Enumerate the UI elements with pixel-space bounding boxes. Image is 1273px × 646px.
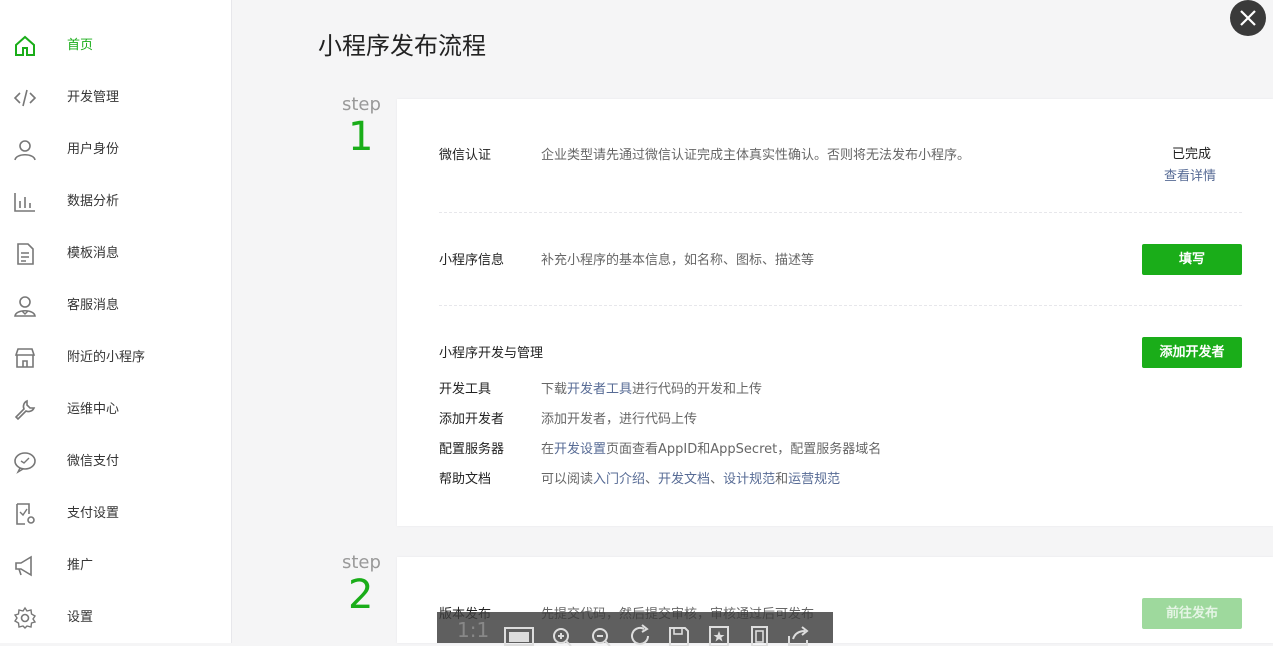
close-button[interactable] <box>1230 0 1266 36</box>
sidebar-item-label: 模板消息 <box>67 246 120 261</box>
close-icon <box>1240 10 1256 26</box>
text: 、 <box>645 472 659 487</box>
dev-title: 小程序开发与管理 <box>439 346 544 361</box>
step-2-number: 2 <box>348 572 374 618</box>
document-icon <box>13 242 37 266</box>
sidebar-item-label: 用户身份 <box>67 142 120 157</box>
add-developer-button[interactable]: 添加开发者 <box>1142 337 1242 368</box>
sidebar-item-payment-settings[interactable]: 支付设置 <box>0 494 231 534</box>
home-icon <box>13 34 37 58</box>
verify-status: 已完成 <box>1172 147 1212 162</box>
verify-desc: 企业类型请先通过微信认证完成主体真实性确认。否则将无法发布小程序。 <box>541 148 971 163</box>
sidebar-item-label: 数据分析 <box>67 194 120 209</box>
add-dev-desc: 添加开发者，进行代码上传 <box>541 412 698 427</box>
info-title: 小程序信息 <box>439 253 505 268</box>
sidebar-item-label: 推广 <box>67 558 94 573</box>
customer-service-icon <box>13 294 37 318</box>
sidebar-item-ops-center[interactable]: 运维中心 <box>0 390 231 430</box>
sidebar-item-label: 运维中心 <box>67 402 120 417</box>
help-docs-label: 帮助文档 <box>439 472 492 487</box>
view-details-link[interactable]: 查看详情 <box>1164 165 1216 184</box>
sidebar-item-home[interactable]: 首页 <box>0 26 231 66</box>
sidebar-item-label: 设置 <box>67 610 94 625</box>
sidebar-item-dev-management[interactable]: 开发管理 <box>0 78 231 118</box>
sidebar-item-user-identity[interactable]: 用户身份 <box>0 130 231 170</box>
sidebar-item-label: 开发管理 <box>67 90 120 105</box>
divider <box>439 212 1242 213</box>
text: 页面查看AppID和AppSecret，配置服务器域名 <box>606 442 882 457</box>
sidebar-item-label: 附近的小程序 <box>67 350 146 365</box>
text: 在 <box>541 442 555 457</box>
verify-title: 微信认证 <box>439 148 492 163</box>
dev-docs-link[interactable]: 开发文档 <box>658 472 710 487</box>
step-2-label: step <box>342 552 381 573</box>
sidebar-item-nearby-programs[interactable]: 附近的小程序 <box>0 338 231 378</box>
sidebar-item-label: 支付设置 <box>67 506 120 521</box>
sidebar-item-promotion[interactable]: 推广 <box>0 546 231 586</box>
sidebar-item-data-analysis[interactable]: 数据分析 <box>0 182 231 222</box>
sidebar-item-label: 微信支付 <box>67 454 120 469</box>
sidebar-item-wechat-pay[interactable]: 微信支付 <box>0 442 231 482</box>
user-icon <box>13 138 37 162</box>
dev-tools-label: 开发工具 <box>439 382 492 397</box>
intro-link[interactable]: 入门介绍 <box>593 472 645 487</box>
dev-tools-desc: 下载开发者工具进行代码的开发和上传 <box>541 378 762 397</box>
sidebar-item-template-messages[interactable]: 模板消息 <box>0 234 231 274</box>
actual-size-button[interactable]: 1:1 <box>457 618 489 642</box>
text: 、 <box>710 472 724 487</box>
sidebar-item-label: 首页 <box>67 38 94 53</box>
page-title: 小程序发布流程 <box>318 32 486 60</box>
chat-bubble-icon <box>13 450 37 474</box>
sidebar-item-settings[interactable]: 设置 <box>0 598 231 638</box>
server-config-label: 配置服务器 <box>439 442 505 457</box>
design-guidelines-link[interactable]: 设计规范 <box>723 472 775 487</box>
text: 下载 <box>541 382 568 397</box>
dev-settings-link[interactable]: 开发设置 <box>554 442 606 457</box>
help-docs-desc: 可以阅读入门介绍、开发文档、设计规范和运营规范 <box>541 468 840 487</box>
sidebar-item-customer-service[interactable]: 客服消息 <box>0 286 231 326</box>
code-icon <box>13 86 37 110</box>
step-1-label: step <box>342 94 381 115</box>
info-desc: 补充小程序的基本信息，如名称、图标、描述等 <box>541 253 815 268</box>
text: 和 <box>775 472 789 487</box>
step-1-number: 1 <box>348 114 374 160</box>
developer-tools-link[interactable]: 开发者工具 <box>567 382 632 397</box>
store-icon <box>13 346 37 370</box>
payment-settings-icon <box>13 502 37 526</box>
step-1-card: 微信认证 企业类型请先通过微信认证完成主体真实性确认。否则将无法发布小程序。 已… <box>397 99 1273 526</box>
gear-icon <box>13 606 37 630</box>
divider <box>439 305 1242 306</box>
text: 进行代码的开发和上传 <box>632 382 763 397</box>
sidebar: 首页 开发管理 用户身份 数据分析 模板消息 客服消息 附近的小程序 运维中心 … <box>0 0 232 643</box>
server-config-desc: 在开发设置页面查看AppID和AppSecret，配置服务器域名 <box>541 438 881 457</box>
megaphone-icon <box>13 554 37 578</box>
image-viewer-toolbar: 1:1 <box>437 612 833 646</box>
go-release-button[interactable]: 前往发布 <box>1142 598 1242 629</box>
sidebar-item-label: 客服消息 <box>67 298 120 313</box>
text: 可以阅读 <box>541 472 594 487</box>
fill-in-button[interactable]: 填写 <box>1142 244 1242 275</box>
add-dev-label: 添加开发者 <box>439 412 505 427</box>
operation-guidelines-link[interactable]: 运营规范 <box>788 472 840 487</box>
wrench-icon <box>13 398 37 422</box>
bar-chart-icon <box>13 190 37 214</box>
